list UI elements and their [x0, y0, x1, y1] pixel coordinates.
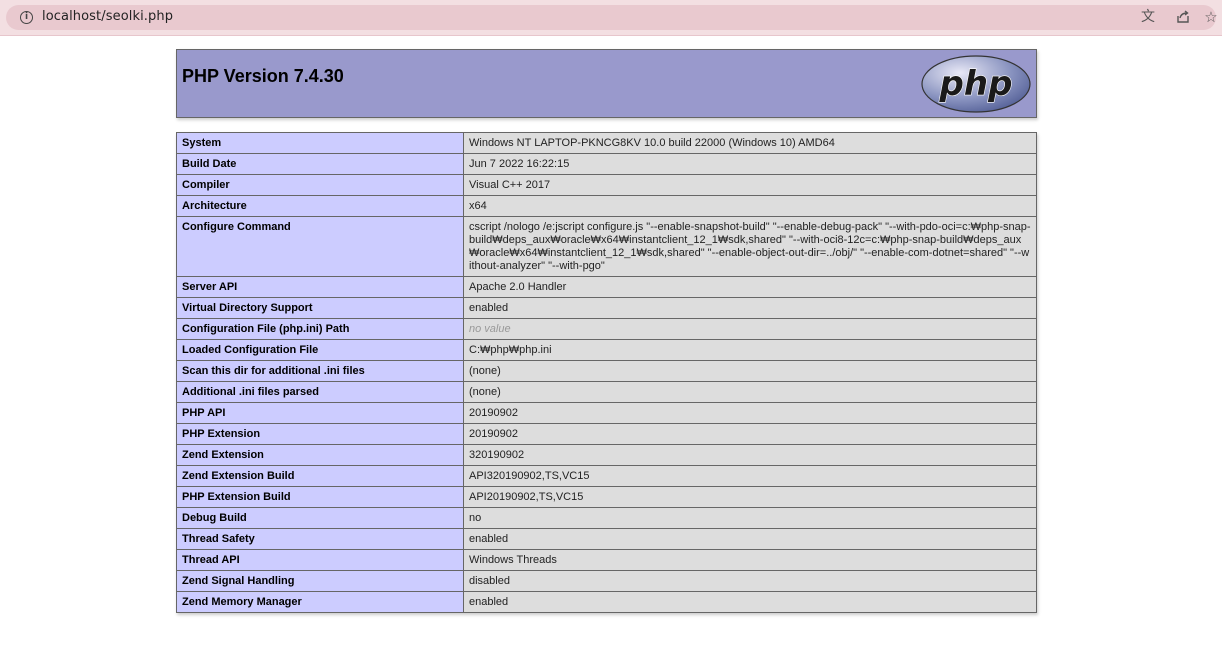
- row-value: Visual C++ 2017: [463, 174, 1037, 196]
- row-label: Compiler: [176, 174, 464, 196]
- table-row: System Windows NT LAPTOP-PKNCG8KV 10.0 bu…: [176, 132, 1037, 154]
- row-value: 320190902: [463, 444, 1037, 466]
- row-label: PHP Extension Build: [176, 486, 464, 508]
- row-label: Additional .ini files parsed: [176, 381, 464, 403]
- row-label: System: [176, 132, 464, 154]
- bookmark-star-icon[interactable]: ☆: [1202, 8, 1220, 26]
- table-row: Server API Apache 2.0 Handler: [176, 276, 1037, 298]
- row-value: disabled: [463, 570, 1037, 592]
- table-row: Build Date Jun 7 2022 16:22:15: [176, 153, 1037, 175]
- page-title: PHP Version 7.4.30: [182, 66, 344, 86]
- table-row: Thread API Windows Threads: [176, 549, 1037, 571]
- php-info-table: System Windows NT LAPTOP-PKNCG8KV 10.0 bu…: [176, 132, 1037, 613]
- row-value: enabled: [463, 297, 1037, 319]
- row-label: PHP API: [176, 402, 464, 424]
- row-value: Windows Threads: [463, 549, 1037, 571]
- table-row: Configure Command cscript /nologo /e:jscr…: [176, 216, 1037, 277]
- table-row: PHP API 20190902: [176, 402, 1037, 424]
- php-logo-icon[interactable]: php: [920, 54, 1032, 114]
- row-value: x64: [463, 195, 1037, 217]
- table-row: Zend Memory Manager enabled: [176, 591, 1037, 613]
- row-value: enabled: [463, 528, 1037, 550]
- table-row: Scan this dir for additional .ini files(…: [176, 360, 1037, 382]
- row-label: PHP Extension: [176, 423, 464, 445]
- row-value: no: [463, 507, 1037, 529]
- row-value: no value: [463, 318, 1037, 340]
- row-label: Thread API: [176, 549, 464, 571]
- row-value: API320190902,TS,VC15: [463, 465, 1037, 487]
- php-logo-text: php: [939, 64, 1013, 104]
- table-row: Virtual Directory Support enabled: [176, 297, 1037, 319]
- row-value: enabled: [463, 591, 1037, 613]
- row-label: Server API: [176, 276, 464, 298]
- row-label: Virtual Directory Support: [176, 297, 464, 319]
- row-label: Scan this dir for additional .ini files: [176, 360, 464, 382]
- row-label: Zend Extension Build: [176, 465, 464, 487]
- row-label: Configure Command: [176, 216, 464, 277]
- table-row: Zend Extension Build API320190902,TS,VC15: [176, 465, 1037, 487]
- row-label: Zend Extension: [176, 444, 464, 466]
- row-value: C:₩php₩php.ini: [463, 339, 1037, 361]
- table-row: Architecture x64: [176, 195, 1037, 217]
- omnibox[interactable]: i localhost/seolki.php 文 ☆: [6, 5, 1218, 30]
- row-value: 20190902: [463, 423, 1037, 445]
- browser-address-bar: i localhost/seolki.php 文 ☆: [0, 0, 1222, 36]
- table-row: PHP Extension 20190902: [176, 423, 1037, 445]
- row-label: Zend Signal Handling: [176, 570, 464, 592]
- table-row: Zend Signal Handling disabled: [176, 570, 1037, 592]
- table-row: Additional .ini files parsed (none): [176, 381, 1037, 403]
- row-value: Jun 7 2022 16:22:15: [463, 153, 1037, 175]
- row-value: (none): [463, 381, 1037, 403]
- table-row: PHP Extension Build API20190902,TS,VC15: [176, 486, 1037, 508]
- row-value: 20190902: [463, 402, 1037, 424]
- table-row: Zend Extension 320190902: [176, 444, 1037, 466]
- row-label: Architecture: [176, 195, 464, 217]
- row-value: cscript /nologo /e:jscript configure.js …: [463, 216, 1037, 277]
- row-value: (none): [463, 360, 1037, 382]
- table-row: Thread Safety enabled: [176, 528, 1037, 550]
- info-icon[interactable]: i: [20, 11, 33, 24]
- php-version-header: PHP Version 7.4.30 php: [176, 49, 1037, 118]
- table-row: Compiler Visual C++ 2017: [176, 174, 1037, 196]
- url-text[interactable]: localhost/seolki.php: [42, 9, 173, 24]
- row-label: Zend Memory Manager: [176, 591, 464, 613]
- table-row: Debug Build no: [176, 507, 1037, 529]
- table-row: Configuration File (php.ini) Path no valu…: [176, 318, 1037, 340]
- row-label: Build Date: [176, 153, 464, 175]
- row-value: API20190902,TS,VC15: [463, 486, 1037, 508]
- row-label: Debug Build: [176, 507, 464, 529]
- row-label: Thread Safety: [176, 528, 464, 550]
- row-label: Loaded Configuration File: [176, 339, 464, 361]
- row-value: Windows NT LAPTOP-PKNCG8KV 10.0 build 22…: [463, 132, 1037, 154]
- row-value: Apache 2.0 Handler: [463, 276, 1037, 298]
- table-row: Loaded Configuration File C:₩php₩php.ini: [176, 339, 1037, 361]
- row-label: Configuration File (php.ini) Path: [176, 318, 464, 340]
- share-icon[interactable]: [1174, 8, 1192, 26]
- translate-icon[interactable]: 文: [1139, 8, 1157, 26]
